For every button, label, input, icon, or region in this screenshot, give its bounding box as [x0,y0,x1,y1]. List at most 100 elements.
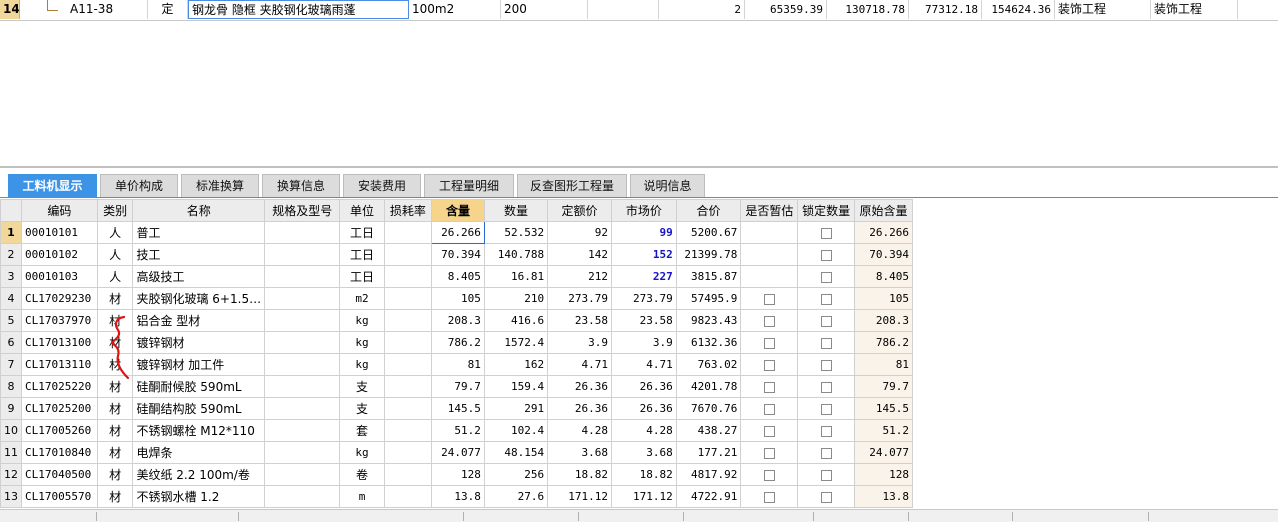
row-number[interactable]: 1 [0,221,22,244]
cell-unit[interactable]: 工日 [339,221,385,244]
table-row[interactable]: 1 00010101 人普工 工日 26.266 52.532 92 99 5200.67 26.… [0,221,913,244]
cell-original-content[interactable]: 81 [854,353,913,376]
cell-spec[interactable] [264,353,341,376]
col-header-code[interactable]: 编码 [21,199,98,222]
cell-provisional[interactable] [740,419,799,442]
cell-lock-qty[interactable] [797,485,856,508]
cell-market-price[interactable]: 23.58 [610,309,677,332]
cell-loss-rate[interactable] [383,331,433,354]
cell-provisional[interactable] [740,221,799,244]
cell-lock-qty[interactable] [797,375,856,398]
cell-name[interactable]: 铝合金 型材 [132,309,266,332]
row-number[interactable]: 6 [0,331,22,354]
cell-content[interactable]: 79.7 [431,375,485,398]
row-number[interactable]: 2 [0,243,22,266]
cell-loss-rate[interactable] [383,287,433,310]
col-header-unit[interactable]: 单位 [339,199,385,222]
cell-unit[interactable]: 工日 [339,243,385,266]
cell-category[interactable]: 材 [96,287,134,310]
quota-unit[interactable]: 100m2 [409,0,501,19]
quota-code-cell[interactable]: A11-38 [20,0,148,19]
cell-loss-rate[interactable] [383,419,433,442]
cell-total[interactable]: 4201.78 [675,375,742,398]
table-row[interactable]: 11 CL17010840 材电焊条 kg 24.077 48.154 3.68 3.68 17… [0,441,913,464]
checkbox-icon[interactable] [820,425,832,437]
cell-lock-qty[interactable] [797,353,856,376]
row-number[interactable]: 7 [0,353,22,376]
cell-name[interactable]: 镀锌钢材 [132,331,266,354]
cell-loss-rate[interactable] [383,375,433,398]
cell-quota-price[interactable]: 142 [547,243,612,266]
quota-empty-cell[interactable] [588,0,659,19]
row-number[interactable]: 9 [0,397,22,420]
tab-standard-conversion[interactable]: 标准换算 [181,174,259,197]
col-header-market-price[interactable]: 市场价 [610,199,677,222]
cell-market-price[interactable]: 171.12 [610,485,677,508]
cell-name[interactable]: 硅酮结构胶 590mL [132,397,266,420]
row-number[interactable]: 3 [0,265,22,288]
cell-total[interactable]: 5200.67 [675,221,742,244]
cell-name[interactable]: 普工 [132,221,266,244]
cell-loss-rate[interactable] [383,353,433,376]
cell-spec[interactable] [264,243,341,266]
col-header-content[interactable]: 含量 [431,199,485,222]
checkbox-icon[interactable] [820,381,832,393]
cell-spec[interactable] [264,441,341,464]
row-number[interactable]: 12 [0,463,22,486]
cell-provisional[interactable] [740,397,799,420]
quota-type[interactable]: 定 [148,0,188,19]
row-number[interactable]: 11 [0,441,22,464]
quota-name[interactable]: 钢龙骨 隐框 夹胶钢化玻璃雨蓬 [188,0,409,19]
cell-name[interactable]: 电焊条 [132,441,266,464]
cell-market-price[interactable]: 227 [610,265,677,288]
cell-unit[interactable]: kg [339,309,385,332]
table-row[interactable]: 7 CL17013110 材镀锌钢材 加工件 kg 81 162 4.71 4.71 763.0… [0,353,913,376]
checkbox-icon[interactable] [820,469,832,481]
cell-market-price[interactable]: 18.82 [610,463,677,486]
cell-quantity[interactable]: 27.6 [483,485,549,508]
cell-original-content[interactable]: 70.394 [854,243,913,266]
cell-category[interactable]: 材 [96,463,134,486]
cell-lock-qty[interactable] [797,463,856,486]
col-header-category[interactable]: 类别 [96,199,134,222]
checkbox-icon[interactable] [820,491,832,503]
table-row[interactable]: 10 CL17005260 材不锈钢螺栓 M12*110 套 51.2 102.4 4.28… [0,419,913,442]
quota-major-2[interactable]: 装饰工程 [1151,0,1238,19]
cell-market-price[interactable]: 152 [610,243,677,266]
cell-quantity[interactable]: 210 [483,287,549,310]
cell-provisional[interactable] [740,485,799,508]
cell-lock-qty[interactable] [797,287,856,310]
cell-category[interactable]: 材 [96,419,134,442]
checkbox-icon[interactable] [763,315,775,327]
tab-reverse-graphic-quantity[interactable]: 反查图形工程量 [517,174,627,197]
col-header-total[interactable]: 合价 [675,199,742,222]
cell-unit[interactable]: 支 [339,397,385,420]
cell-category[interactable]: 材 [96,485,134,508]
cell-unit[interactable]: 工日 [339,265,385,288]
cell-code[interactable]: CL17013100 [21,331,98,354]
cell-quota-price[interactable]: 273.79 [547,287,612,310]
checkbox-icon[interactable] [763,359,775,371]
cell-original-content[interactable]: 79.7 [854,375,913,398]
cell-code[interactable]: CL17029230 [21,287,98,310]
cell-loss-rate[interactable] [383,309,433,332]
resource-grid[interactable]: 编码 类别 名称 规格及型号 单位 损耗率 含量 数量 定额价 市场价 合价 是… [0,199,913,509]
cell-spec[interactable] [264,287,341,310]
cell-spec[interactable] [264,265,341,288]
cell-original-content[interactable]: 105 [854,287,913,310]
table-row[interactable]: 12 CL17040500 材美纹纸 2.2 100m/卷卷 128 256 18.82 1… [0,463,913,486]
pane-splitter[interactable] [0,166,1278,168]
cell-unit[interactable]: kg [339,441,385,464]
cell-total[interactable]: 4722.91 [675,485,742,508]
cell-market-price[interactable]: 4.28 [610,419,677,442]
quota-row[interactable]: 14 A11-38 定 钢龙骨 隐框 夹胶钢化玻璃雨蓬 100m2 200 2 … [0,0,1278,21]
table-row[interactable]: 9 CL17025200 材硅酮结构胶 590mL 支 145.5 291 26.36 26.… [0,397,913,420]
cell-lock-qty[interactable] [797,309,856,332]
cell-unit[interactable]: 卷 [339,463,385,486]
cell-code[interactable]: CL17040500 [21,463,98,486]
col-header-loss-rate[interactable]: 损耗率 [383,199,433,222]
table-row[interactable]: 4 CL17029230 材夹胶钢化玻璃 6+1.5… m2 105 210 273.79 2… [0,287,913,310]
col-header-quantity[interactable]: 数量 [483,199,549,222]
cell-content[interactable]: 208.3 [431,309,485,332]
cell-code[interactable]: CL17005260 [21,419,98,442]
